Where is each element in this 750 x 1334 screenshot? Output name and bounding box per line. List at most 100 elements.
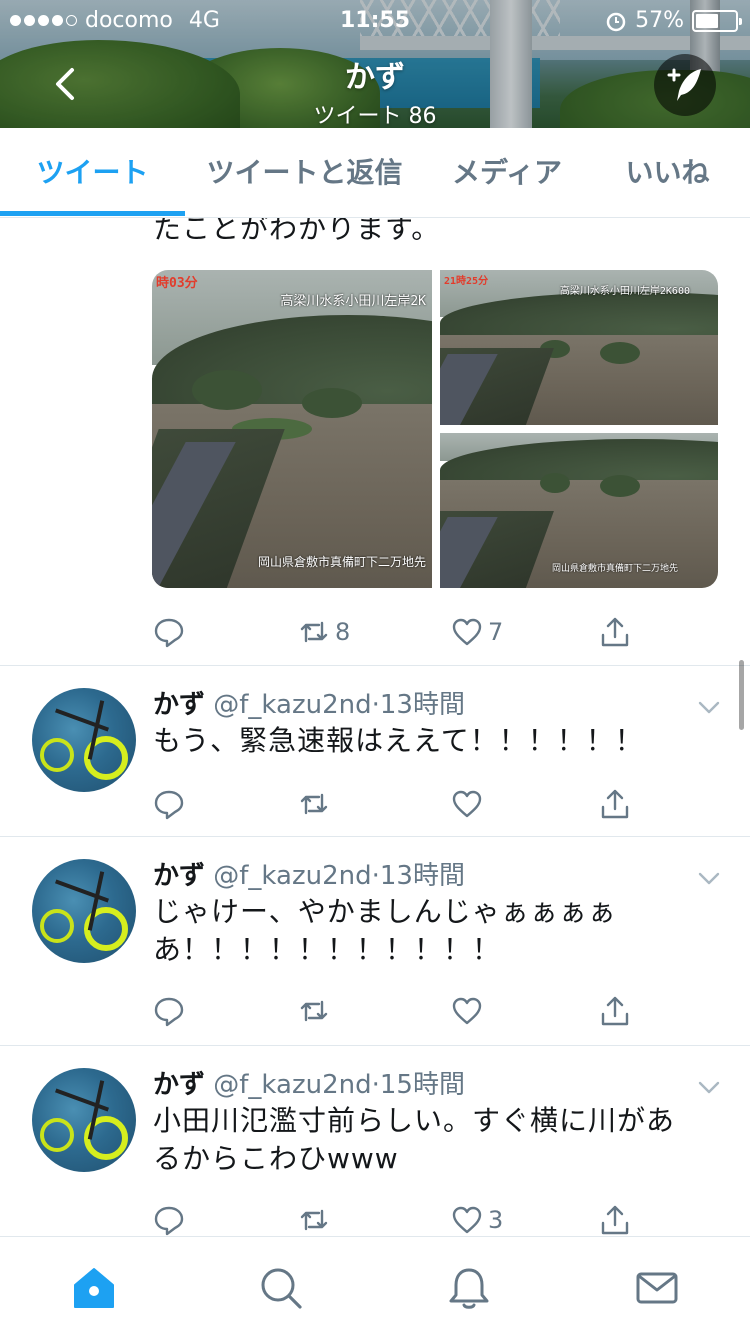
camera-location-label: 岡山県倉敷市真備町下二万地先 xyxy=(257,555,426,569)
camera-title-label: 高梁川水系小田川左岸2K600 xyxy=(559,286,690,297)
search-icon xyxy=(261,1268,302,1309)
tab-likes[interactable]: いいね xyxy=(605,128,730,218)
share-button[interactable] xyxy=(598,782,632,826)
retweet-icon xyxy=(300,1000,328,1022)
tweet[interactable]: かず @f_kazu2nd·15時間 小田川氾濫寸前らしい。すぐ横に川があるから… xyxy=(0,1046,750,1236)
reply-icon xyxy=(154,997,184,1027)
reply-button[interactable] xyxy=(152,1198,186,1236)
tweet-photo[interactable]: 岡山県倉敷市真備町下二万地先 xyxy=(440,433,718,588)
tweet-author-handle: @f_kazu2nd xyxy=(213,861,372,891)
tab-tweets-and-replies[interactable]: ツイートと返信 xyxy=(192,128,417,218)
tweet-actions xyxy=(152,989,642,1033)
alarm-icon xyxy=(606,12,626,31)
tab-media[interactable]: メディア xyxy=(432,128,582,218)
messages-icon xyxy=(636,1272,678,1304)
tweet-media-grid[interactable]: 時03分 高梁川水系小田川左岸2K 岡山県倉敷市真備町下二万地先 21時25分 … xyxy=(152,270,718,588)
reply-button[interactable] xyxy=(152,782,186,826)
compose-quill-icon xyxy=(667,68,701,101)
share-button[interactable] xyxy=(598,989,632,1033)
scrollbar[interactable] xyxy=(739,660,744,730)
tweet[interactable]: かず @f_kazu2nd·13時間 もう、緊急速報はええて！！！！！！ xyxy=(0,666,750,836)
reply-icon xyxy=(154,790,184,820)
tweet-photo[interactable]: 21時25分 高梁川水系小田川左岸2K600 xyxy=(440,270,718,425)
share-icon xyxy=(601,617,629,647)
nav-search-button[interactable] xyxy=(258,1265,304,1311)
retweet-icon xyxy=(300,1209,328,1231)
profile-title: かず ツイート 86 xyxy=(0,52,750,128)
tweet-text: もう、緊急速報はええて！！！！！！ xyxy=(153,724,644,757)
tweet-header: かず @f_kazu2nd·13時間 xyxy=(153,861,465,891)
avatar[interactable] xyxy=(32,859,136,963)
chevron-down-icon[interactable] xyxy=(696,1074,722,1100)
tweet-text: じゃけー、やかましんじゃぁぁぁぁあ！！！！！！！！！！！ xyxy=(153,895,617,966)
heart-icon xyxy=(452,1206,482,1234)
reply-icon xyxy=(154,618,184,648)
tweet-author-name: かず xyxy=(153,690,206,720)
like-button[interactable]: 7 xyxy=(450,610,503,654)
retweet-button[interactable] xyxy=(297,782,331,826)
chevron-down-icon[interactable] xyxy=(696,694,722,720)
nav-notifications-button[interactable] xyxy=(446,1265,492,1311)
tab-tweets[interactable]: ツイート xyxy=(0,128,185,218)
timeline[interactable]: たことがわかります。 時03分 高梁川水系小田川左岸2K 岡山県倉敷市真備町下二… xyxy=(0,218,750,1236)
like-count: 7 xyxy=(488,618,504,646)
tweet-actions: 8 7 xyxy=(152,610,642,654)
tweet-text: たことがわかります。 xyxy=(153,218,441,245)
tweet-author-name: かず xyxy=(153,1070,206,1100)
heart-icon xyxy=(452,790,482,818)
tweet-time: 13時間 xyxy=(379,861,465,891)
retweet-icon xyxy=(300,621,328,643)
nav-messages-button[interactable] xyxy=(634,1265,680,1311)
tweet-author-handle: @f_kazu2nd xyxy=(213,690,372,720)
camera-title-label: 高梁川水系小田川左岸2K xyxy=(280,294,426,309)
retweet-icon xyxy=(300,793,328,815)
heart-icon xyxy=(452,997,482,1025)
heart-icon xyxy=(452,618,482,646)
home-icon xyxy=(74,1268,114,1308)
tweet-actions xyxy=(152,782,642,826)
retweet-button[interactable] xyxy=(297,989,331,1033)
compose-tweet-button[interactable] xyxy=(654,54,716,116)
like-button[interactable] xyxy=(450,989,484,1033)
tweet-time: 13時間 xyxy=(379,690,465,720)
camera-location-label: 岡山県倉敷市真備町下二万地先 xyxy=(551,564,678,574)
nav-home-button[interactable] xyxy=(71,1265,117,1311)
share-button[interactable] xyxy=(598,610,632,654)
tweet[interactable]: かず @f_kazu2nd·13時間 じゃけー、やかましんじゃぁぁぁぁあ！！！！… xyxy=(0,837,750,1045)
tweet-text: 小田川氾濫寸前らしい。すぐ横に川があるからこわひwww xyxy=(153,1104,676,1175)
profile-name: かず xyxy=(345,60,405,95)
share-button[interactable] xyxy=(598,1198,632,1236)
status-bar: docomo 4G 11:55 57% xyxy=(0,0,750,40)
camera-time-label: 時03分 xyxy=(156,276,198,291)
tweet-count: ツイート 86 xyxy=(313,104,437,128)
avatar[interactable] xyxy=(32,688,136,792)
profile-tabs: ツイート ツイートと返信 メディア いいね xyxy=(0,128,750,218)
battery-percent: 57% xyxy=(635,8,684,33)
like-count: 3 xyxy=(488,1206,504,1234)
battery-icon xyxy=(692,9,742,32)
like-button[interactable]: 3 xyxy=(450,1198,503,1236)
notifications-icon xyxy=(449,1268,489,1309)
share-icon xyxy=(601,1205,629,1235)
share-icon xyxy=(601,996,629,1026)
tweet-header: かず @f_kazu2nd·13時間 xyxy=(153,690,465,720)
retweet-count: 8 xyxy=(335,618,351,646)
profile-header-banner: docomo 4G 11:55 57% かず ツイート 86 xyxy=(0,0,750,128)
retweet-button[interactable]: 8 xyxy=(297,610,350,654)
reply-icon xyxy=(154,1206,184,1236)
tweet-actions: 3 xyxy=(152,1198,642,1236)
tweet-header: かず @f_kazu2nd·15時間 xyxy=(153,1070,465,1100)
reply-button[interactable] xyxy=(152,610,186,654)
retweet-button[interactable] xyxy=(297,1198,331,1236)
active-tab-indicator xyxy=(0,211,185,216)
tweet-photo[interactable]: 時03分 高梁川水系小田川左岸2K 岡山県倉敷市真備町下二万地先 xyxy=(152,270,432,588)
share-icon xyxy=(601,789,629,819)
avatar[interactable] xyxy=(32,1068,136,1172)
chevron-down-icon[interactable] xyxy=(696,865,722,891)
reply-button[interactable] xyxy=(152,989,186,1033)
tweet-author-name: かず xyxy=(153,861,206,891)
tweet-time: 15時間 xyxy=(379,1070,465,1100)
bottom-navigation xyxy=(0,1236,750,1334)
like-button[interactable] xyxy=(450,782,484,826)
camera-time-label: 21時25分 xyxy=(444,276,489,287)
